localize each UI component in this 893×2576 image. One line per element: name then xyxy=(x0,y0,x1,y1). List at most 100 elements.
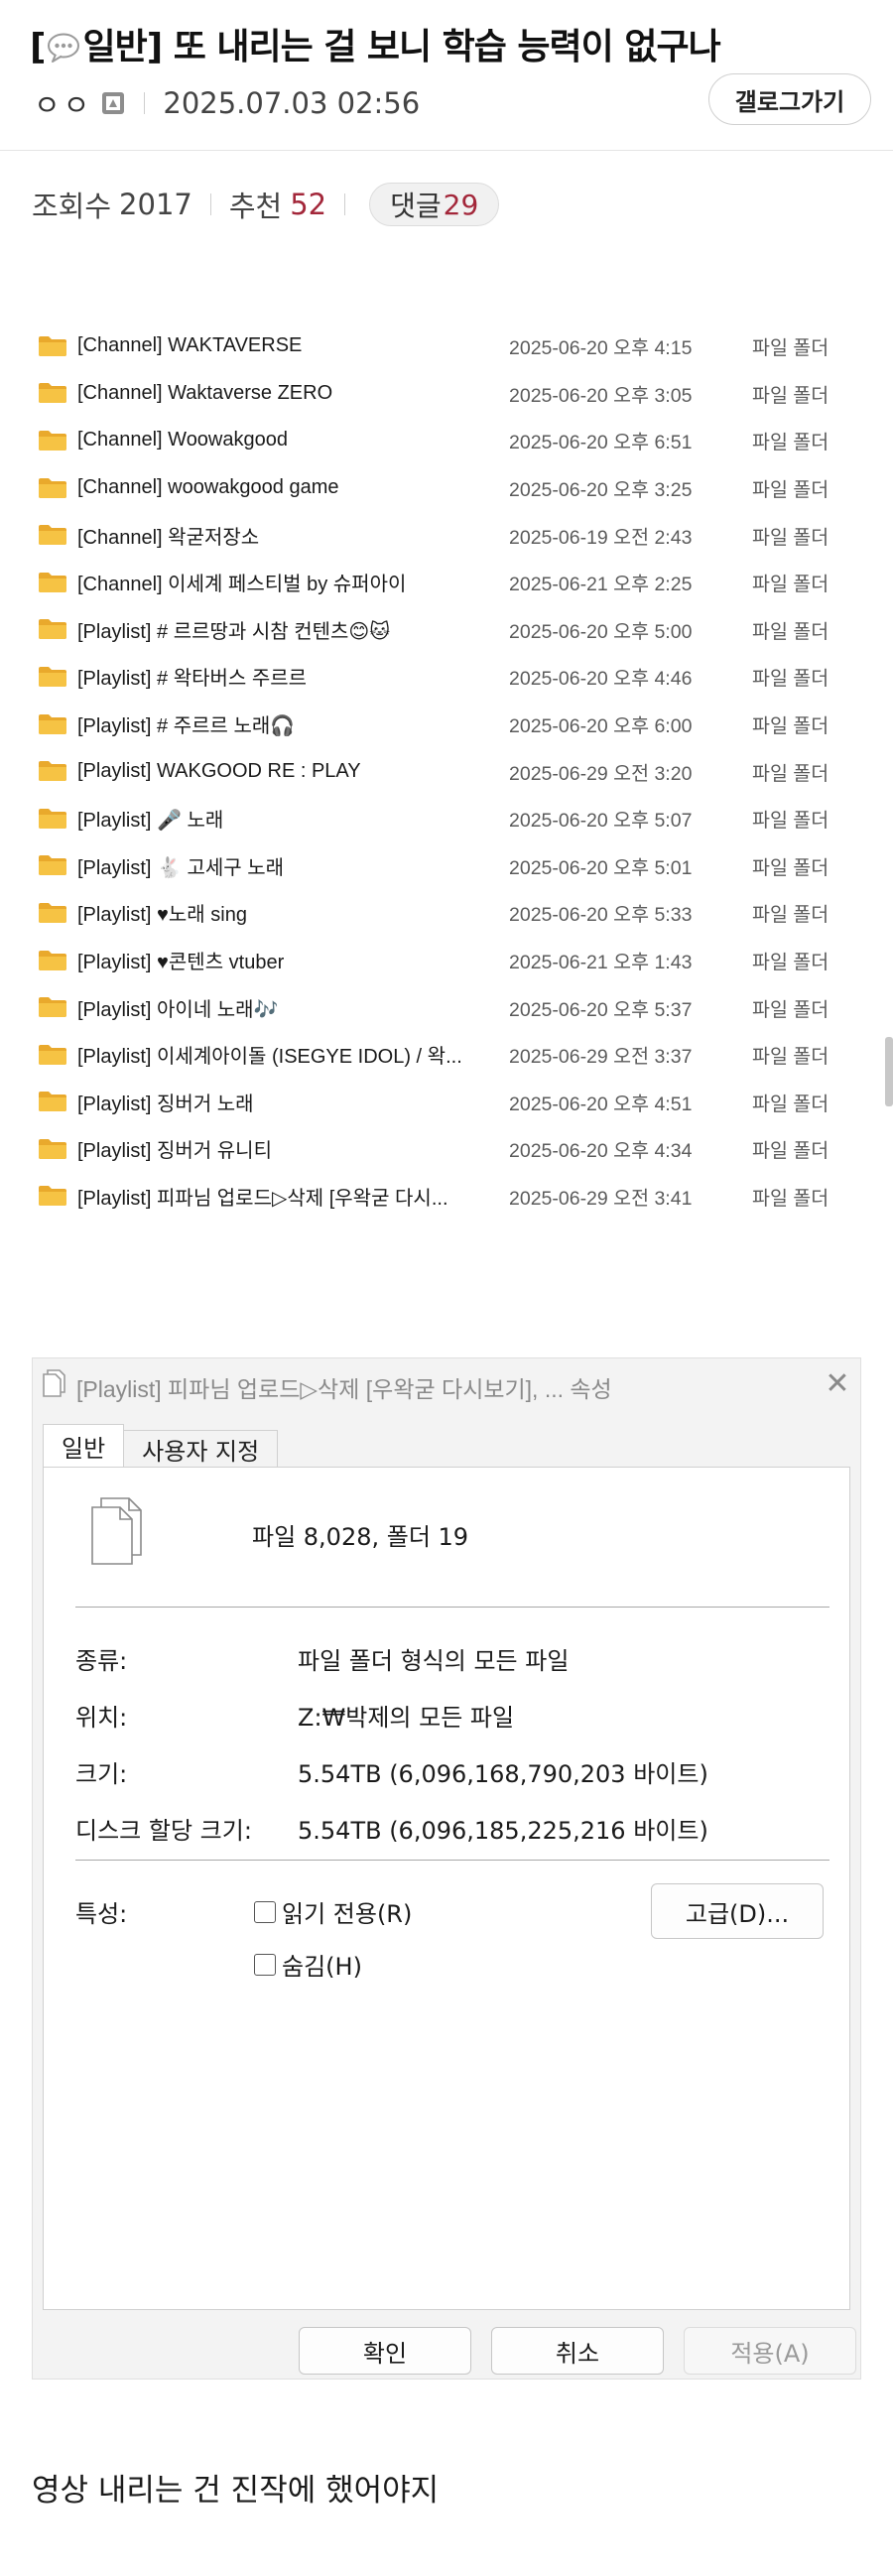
stats-divider xyxy=(209,193,211,215)
folder-type: 파일 폴더 xyxy=(752,574,829,596)
folder-modified-date: 2025-06-20 오후 4:15 xyxy=(509,337,693,360)
folder-modified-date: 2025-06-20 오후 6:51 xyxy=(509,432,693,454)
post-header: [ 일반] 또 내리는 걸 보니 학습 능력이 없구나 ㅇㅇ 2025.07.0… xyxy=(0,0,893,151)
folder-name: [Playlist] 피파님 업로드▷삭제 [우왁굳 다시... xyxy=(77,1187,448,1210)
comments-button[interactable]: 댓글 29 xyxy=(369,183,500,226)
folder-icon xyxy=(39,713,66,734)
folder-type: 파일 폴더 xyxy=(752,715,829,738)
type-label: 종류: xyxy=(75,1647,128,1675)
folder-type: 파일 폴더 xyxy=(752,432,829,454)
title-text: 또 내리는 걸 보니 학습 능력이 없구나 xyxy=(162,27,721,67)
size-value: 5.54TB (6,096,168,790,203 바이트) xyxy=(298,1760,708,1788)
folder-modified-date: 2025-06-20 오후 5:37 xyxy=(509,998,693,1021)
cancel-button[interactable]: 취소 xyxy=(491,2327,664,2375)
folder-row[interactable]: [Channel] Waktaverse ZERO 2025-06-20 오후 … xyxy=(38,370,851,418)
stats-divider xyxy=(344,193,346,215)
hidden-checkbox[interactable]: 숨김(H) xyxy=(254,1947,362,1982)
views-label: 조회수 xyxy=(32,190,112,223)
folder-name: [Playlist] 징버거 유니티 xyxy=(77,1140,272,1163)
document-icon xyxy=(43,1369,65,1397)
folder-modified-date: 2025-06-29 오전 3:20 xyxy=(509,762,693,785)
folder-name: [Channel] woowakgood game xyxy=(77,476,339,499)
hidden-label: 숨김(H) xyxy=(282,1953,362,1981)
title-bracket: [ xyxy=(30,27,46,67)
folder-name: [Playlist] # 주르르 노래🎧 xyxy=(77,715,296,738)
folder-row[interactable]: [Playlist] 피파님 업로드▷삭제 [우왁굳 다시... 2025-06… xyxy=(38,1173,851,1221)
folder-name: [Playlist] # 왁타버스 주르르 xyxy=(77,668,308,691)
folder-modified-date: 2025-06-20 오후 4:46 xyxy=(509,668,693,691)
tab-general[interactable]: 일반 xyxy=(43,1424,125,1468)
folder-modified-date: 2025-06-19 오전 2:43 xyxy=(509,526,693,549)
folder-type: 파일 폴더 xyxy=(752,904,829,927)
folder-row[interactable]: [Channel] WAKTAVERSE 2025-06-20 오후 4:15 … xyxy=(38,322,851,370)
location-label: 위치: xyxy=(75,1704,128,1732)
folder-type: 파일 폴더 xyxy=(752,1093,829,1115)
meta-divider xyxy=(144,92,146,114)
folder-icon xyxy=(39,666,66,687)
views-count: 2017 xyxy=(119,188,192,221)
folder-row[interactable]: [Playlist] 🐇 고세구 노래 2025-06-20 오후 5:01 파… xyxy=(38,842,851,890)
folder-name: [Playlist] # 르르땅과 시참 컨텐츠😊🐱 xyxy=(77,620,391,643)
type-value: 파일 폴더 형식의 모든 파일 xyxy=(298,1647,570,1675)
recommend-label: 추천 xyxy=(228,190,283,223)
author-nickname[interactable]: ㅇㅇ xyxy=(34,82,92,124)
folder-name: [Channel] 이세계 페스티벌 by 슈퍼아이 xyxy=(77,574,407,596)
folder-icon xyxy=(39,1092,66,1112)
speech-bubble-icon xyxy=(48,33,80,63)
folder-row[interactable]: [Playlist] ♥콘텐츠 vtuber 2025-06-21 오후 1:4… xyxy=(38,937,851,984)
folder-row[interactable]: [Playlist] 🎤 노래 2025-06-20 오후 5:07 파일 폴더 xyxy=(38,795,851,842)
general-tab-panel: 파일 8,028, 폴더 19 종류: 파일 폴더 형식의 모든 파일 위치: … xyxy=(43,1467,850,2310)
tab-customize[interactable]: 사용자 지정 xyxy=(123,1430,279,1468)
folder-row[interactable]: [Playlist] 아이네 노래🎶 2025-06-20 오후 5:37 파일… xyxy=(38,983,851,1031)
folder-name: [Playlist] 🐇 고세구 노래 xyxy=(77,856,285,879)
disk-size-label: 디스크 할당 크기: xyxy=(75,1817,252,1845)
folder-row[interactable]: [Channel] Woowakgood 2025-06-20 오후 6:51 … xyxy=(38,417,851,464)
folder-row[interactable]: [Playlist] 징버거 노래 2025-06-20 오후 4:51 파일 … xyxy=(38,1079,851,1126)
advanced-button[interactable]: 고급(D)... xyxy=(651,1883,824,1939)
folder-icon xyxy=(39,525,66,546)
folder-name: [Playlist] ♥노래 sing xyxy=(77,904,247,927)
folder-type: 파일 폴더 xyxy=(752,620,829,643)
folder-icon xyxy=(39,855,66,876)
readonly-checkbox[interactable]: 읽기 전용(R) xyxy=(254,1894,412,1929)
folder-type: 파일 폴더 xyxy=(752,337,829,360)
page-scrollbar-thumb[interactable] xyxy=(885,1037,893,1106)
folder-row[interactable]: [Playlist] ♥노래 sing 2025-06-20 오후 5:33 파… xyxy=(38,889,851,937)
apply-button[interactable]: 적용(A) xyxy=(684,2327,856,2375)
folder-type: 파일 폴더 xyxy=(752,526,829,549)
checkbox-box[interactable] xyxy=(254,1953,276,1976)
divider xyxy=(75,1860,829,1861)
folder-modified-date: 2025-06-20 오후 3:25 xyxy=(509,479,693,502)
folder-row[interactable]: [Playlist] 징버거 유니티 2025-06-20 오후 4:34 파일… xyxy=(38,1125,851,1173)
multiple-files-icon xyxy=(91,1497,142,1565)
close-icon[interactable]: ✕ xyxy=(819,1364,856,1402)
folder-icon xyxy=(39,383,66,404)
folder-icon xyxy=(39,430,66,451)
folder-row[interactable]: [Playlist] WAKGOOD RE : PLAY 2025-06-29 … xyxy=(38,747,851,795)
folder-modified-date: 2025-06-20 오후 4:51 xyxy=(509,1093,693,1115)
gallog-button[interactable]: 갤로그가기 xyxy=(708,73,871,125)
folder-row[interactable]: [Channel] 왁굳저장소 2025-06-19 오전 2:43 파일 폴더 xyxy=(38,511,851,559)
checkbox-box[interactable] xyxy=(254,1900,276,1923)
folder-row[interactable]: [Playlist] 이세계아이돌 (ISEGYE IDOL) / 왁... 2… xyxy=(38,1031,851,1079)
dialog-title: [Playlist] 피파님 업로드▷삭제 [우왁굳 다시보기], ... 속성 xyxy=(76,1376,612,1402)
folder-type: 파일 폴더 xyxy=(752,1187,829,1210)
folder-row[interactable]: [Channel] 이세계 페스티벌 by 슈퍼아이 2025-06-21 오후… xyxy=(38,559,851,606)
post-meta: ㅇㅇ 2025.07.03 02:56 xyxy=(34,83,420,123)
properties-dialog: [Playlist] 피파님 업로드▷삭제 [우왁굳 다시보기], ... 속성… xyxy=(32,1357,861,2380)
folder-icon xyxy=(39,1138,66,1159)
folder-modified-date: 2025-06-21 오후 2:25 xyxy=(509,574,693,596)
folder-row[interactable]: [Channel] woowakgood game 2025-06-20 오후 … xyxy=(38,464,851,512)
folder-icon xyxy=(39,335,66,356)
folder-row[interactable]: [Playlist] # 왁타버스 주르르 2025-06-20 오후 4:46… xyxy=(38,653,851,701)
folder-name: [Playlist] ♥콘텐츠 vtuber xyxy=(77,952,285,974)
folder-modified-date: 2025-06-29 오전 3:37 xyxy=(509,1046,693,1069)
folder-row[interactable]: [Playlist] # 주르르 노래🎧 2025-06-20 오후 6:00 … xyxy=(38,701,851,748)
folder-icon xyxy=(39,1186,66,1207)
attributes-label: 특성: xyxy=(75,1900,128,1928)
folder-type: 파일 폴더 xyxy=(752,762,829,785)
folder-icon xyxy=(39,950,66,970)
folder-name: [Playlist] 🎤 노래 xyxy=(77,810,224,833)
ok-button[interactable]: 확인 xyxy=(299,2327,471,2375)
folder-row[interactable]: [Playlist] # 르르땅과 시참 컨텐츠😊🐱 2025-06-20 오후… xyxy=(38,606,851,654)
